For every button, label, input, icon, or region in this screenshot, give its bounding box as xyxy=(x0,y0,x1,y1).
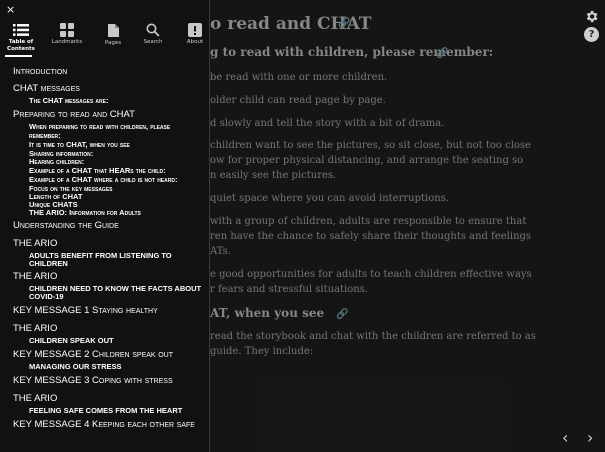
help-icon: ? xyxy=(588,29,595,40)
info-icon xyxy=(188,23,202,37)
toc-item[interactable]: Understanding the Guide xyxy=(13,220,119,231)
previous-page-button[interactable]: ‹ xyxy=(562,428,568,447)
toc-item[interactable]: KEY MESSAGE 2 Children speak out xyxy=(13,349,173,360)
next-page-button[interactable]: › xyxy=(587,428,593,447)
toc-item[interactable]: KEY MESSAGE 3 Coping with stress xyxy=(13,375,173,386)
toc-item[interactable]: CHAT messages xyxy=(13,83,80,94)
toc-subitem[interactable]: COVID-19 xyxy=(29,292,64,301)
gear-icon xyxy=(586,10,598,23)
grid-icon xyxy=(60,23,74,37)
pages-icon xyxy=(107,24,119,37)
toc-subitem[interactable]: When preparing to read with children, pl… xyxy=(29,122,170,131)
settings-button[interactable] xyxy=(584,9,599,24)
toc-item[interactable]: THE ARIO xyxy=(13,393,57,404)
toc-item[interactable]: THE ARIO xyxy=(13,238,57,249)
toc-subitem[interactable]: MANAGING OUR STRESS xyxy=(29,362,122,371)
help-button[interactable]: ? xyxy=(584,27,599,42)
tab-label: Search xyxy=(143,39,163,45)
tab-pages[interactable]: Pages xyxy=(92,23,134,47)
toc-subitem[interactable]: FEELING SAFE COMES FROM THE HEART xyxy=(29,406,182,415)
toc-item[interactable]: KEY MESSAGE 1 Staying healthy xyxy=(13,305,158,316)
toc-subitem[interactable]: Example of a CHAT where a child is not h… xyxy=(29,175,177,184)
sidebar-tabs: Table of Contents Landmarks Pages Search xyxy=(0,23,210,57)
tab-landmarks[interactable]: Landmarks xyxy=(46,23,88,46)
tab-label: Landmarks xyxy=(51,39,83,45)
active-tab-indicator xyxy=(5,55,32,57)
tab-label: About xyxy=(186,39,204,45)
toc-item[interactable]: Preparing to read and CHAT xyxy=(13,109,135,120)
navigation-sidebar: × Table of Contents Landmarks Pages Sear… xyxy=(0,0,210,452)
toc-subitem[interactable]: The CHAT messages are: xyxy=(29,96,108,105)
toc-item[interactable]: Introduction xyxy=(13,66,67,77)
toc-subitem[interactable]: Example of a CHAT that HEARs the child: xyxy=(29,166,166,175)
toc-item[interactable]: THE ARIO xyxy=(13,271,57,282)
tab-about[interactable]: About xyxy=(174,23,216,46)
tab-label: Table of Contents xyxy=(7,39,35,52)
toc-subitem[interactable]: It is time to CHAT, when you see xyxy=(29,140,130,149)
tab-table-of-contents[interactable]: Table of Contents xyxy=(0,23,42,52)
toc-subitem[interactable]: CHILDREN SPEAK OUT xyxy=(29,336,114,345)
toc-item[interactable]: KEY MESSAGE 4 Keeping each other safe xyxy=(13,419,195,430)
toc-subitem[interactable]: THE ARIO: Information for Adults xyxy=(29,208,141,217)
toc-subitem[interactable]: CHILDREN xyxy=(29,259,68,268)
toc-subitem[interactable]: remember: xyxy=(29,131,61,140)
toc-subitem[interactable]: Hearing children: xyxy=(29,157,84,166)
list-icon xyxy=(13,24,29,36)
search-icon xyxy=(146,23,160,37)
tab-search[interactable]: Search xyxy=(132,23,174,46)
close-sidebar-button[interactable]: × xyxy=(6,3,15,16)
toc-item[interactable]: THE ARIO xyxy=(13,323,57,334)
tab-label: Pages xyxy=(104,40,122,46)
